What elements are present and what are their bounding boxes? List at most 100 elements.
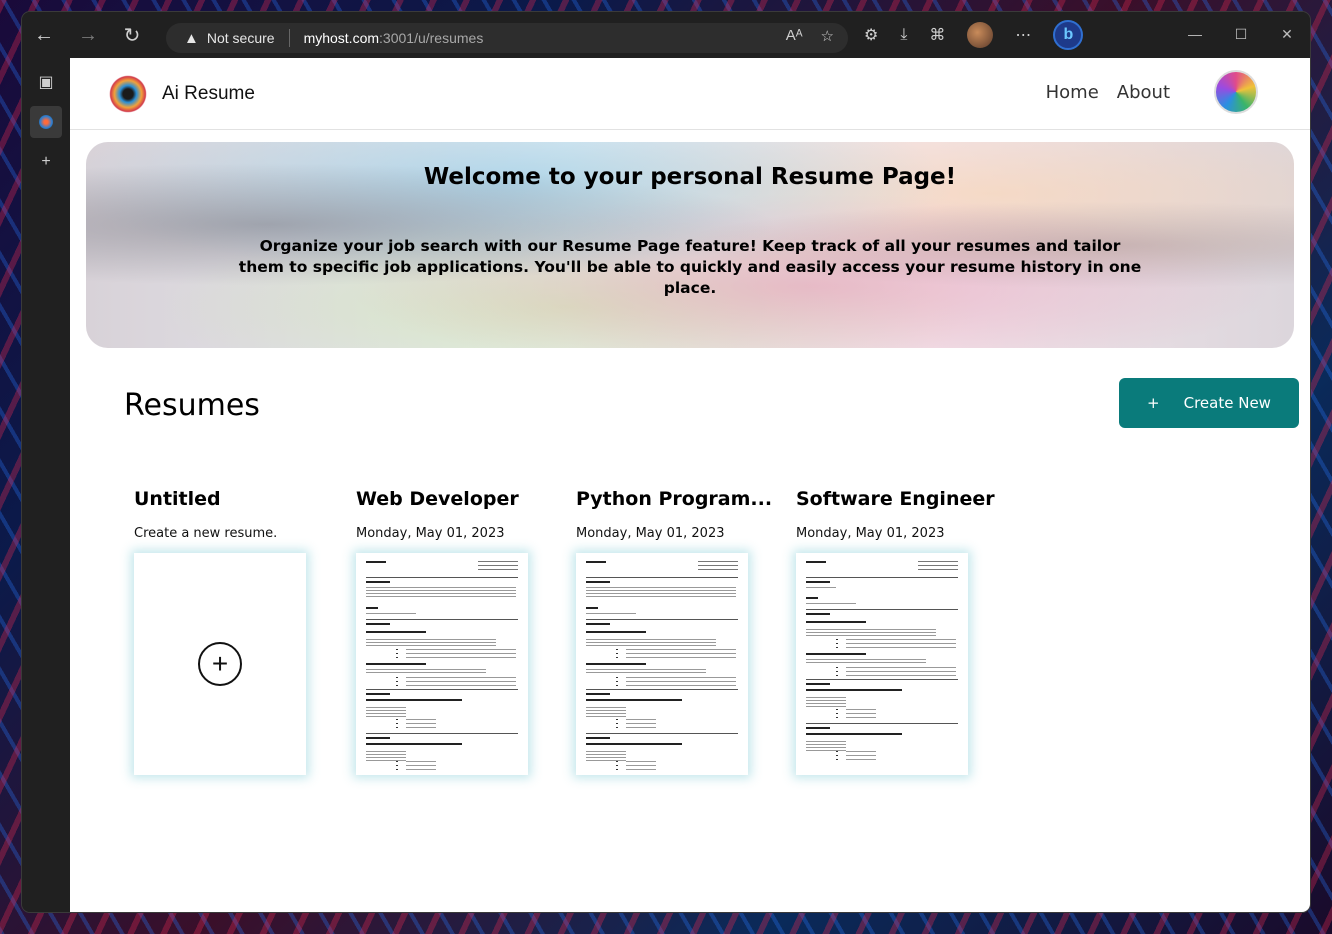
preview-text bbox=[586, 639, 716, 647]
card-title: Python Program... bbox=[576, 488, 773, 510]
vertical-tab-strip: ▣ + bbox=[22, 58, 70, 912]
preview-bullets bbox=[616, 649, 618, 659]
card-title: Software Engineer bbox=[796, 488, 995, 510]
preview-divider bbox=[366, 577, 518, 578]
preview-name-line bbox=[586, 561, 606, 563]
preview-heading bbox=[806, 689, 902, 691]
preview-text bbox=[846, 709, 876, 721]
extensions-icon[interactable]: ⚙ bbox=[864, 25, 878, 45]
tab-ai-resume[interactable] bbox=[30, 106, 62, 138]
preview-divider bbox=[806, 609, 958, 610]
nav-about[interactable]: About bbox=[1117, 82, 1170, 103]
preview-heading bbox=[366, 581, 390, 583]
avatar[interactable] bbox=[1214, 70, 1258, 114]
preview-text bbox=[806, 587, 836, 590]
preview-name-line bbox=[366, 561, 386, 563]
preview-heading bbox=[806, 683, 830, 685]
preview-heading bbox=[806, 621, 866, 623]
preview-bullets bbox=[396, 719, 398, 729]
create-new-button[interactable]: + Create New bbox=[1119, 378, 1299, 428]
resume-thumbnail[interactable] bbox=[576, 553, 748, 775]
preview-text bbox=[406, 677, 516, 687]
preview-divider bbox=[806, 679, 958, 680]
card-date: Monday, May 01, 2023 bbox=[576, 526, 725, 541]
preview-heading bbox=[366, 743, 462, 745]
preview-heading bbox=[366, 623, 390, 625]
new-resume-thumbnail[interactable]: + bbox=[134, 553, 306, 775]
resume-card-untitled[interactable]: Untitled Create a new resume. + bbox=[134, 488, 306, 775]
preview-text bbox=[626, 677, 736, 687]
minimize-button[interactable]: — bbox=[1172, 12, 1218, 56]
preview-heading bbox=[366, 663, 426, 665]
preview-divider bbox=[586, 577, 738, 578]
preview-heading bbox=[586, 607, 598, 609]
preview-bullets bbox=[836, 709, 838, 719]
preview-text bbox=[586, 587, 736, 599]
hero-title: Welcome to your personal Resume Page! bbox=[423, 164, 957, 190]
back-button[interactable]: ← bbox=[22, 12, 66, 58]
card-subtitle: Create a new resume. bbox=[134, 526, 278, 541]
preview-text bbox=[366, 639, 496, 647]
favicon-icon bbox=[39, 115, 53, 129]
new-tab-button[interactable]: + bbox=[30, 146, 62, 178]
not-secure-label[interactable]: Not secure bbox=[207, 30, 275, 46]
preview-divider bbox=[366, 619, 518, 620]
preview-text bbox=[806, 659, 926, 665]
preview-text bbox=[586, 707, 626, 717]
preview-text bbox=[586, 613, 636, 616]
preview-heading bbox=[586, 693, 610, 695]
downloads-icon[interactable]: ⤓ bbox=[900, 26, 907, 44]
preview-bullets bbox=[616, 719, 618, 729]
preview-heading bbox=[806, 733, 902, 735]
resume-card-software-engineer[interactable]: Software Engineer Monday, May 01, 2023 bbox=[796, 488, 995, 775]
arrow-left-icon: ← bbox=[34, 23, 54, 46]
preview-contact bbox=[698, 561, 738, 573]
window-controls: — ☐ ✕ bbox=[1172, 12, 1310, 56]
address-bar-actions: Aᴬ ☆ bbox=[786, 27, 834, 45]
plus-circle-icon[interactable]: + bbox=[198, 642, 242, 686]
preview-text bbox=[846, 639, 956, 649]
resume-card-python-programmer[interactable]: Python Program... Monday, May 01, 2023 bbox=[576, 488, 772, 775]
read-aloud-icon[interactable]: Aᴬ bbox=[786, 27, 803, 45]
preview-text bbox=[366, 707, 406, 717]
preview-bullets bbox=[616, 677, 618, 687]
refresh-icon: ↻ bbox=[123, 24, 141, 47]
preview-text bbox=[626, 649, 736, 659]
close-button[interactable]: ✕ bbox=[1264, 12, 1310, 56]
preview-bullets bbox=[836, 751, 838, 761]
resume-thumbnail[interactable] bbox=[796, 553, 968, 775]
maximize-button[interactable]: ☐ bbox=[1218, 12, 1264, 56]
preview-text bbox=[586, 669, 706, 675]
nav-home[interactable]: Home bbox=[1046, 82, 1099, 103]
screenshot-icon[interactable]: ⌘ bbox=[929, 25, 945, 45]
preview-heading bbox=[806, 613, 830, 615]
profile-icon[interactable] bbox=[967, 22, 994, 48]
tab-actions-button[interactable]: ▣ bbox=[30, 66, 62, 98]
preview-bullets bbox=[396, 761, 398, 771]
preview-divider bbox=[586, 619, 738, 620]
add-favorite-icon[interactable]: ☆ bbox=[821, 27, 834, 45]
preview-bullets bbox=[396, 677, 398, 687]
url-path: :3001/u/resumes bbox=[379, 30, 484, 46]
browser-extensions: ⚙ ⤓ ⌘ ⋯ b bbox=[864, 20, 1084, 50]
more-icon[interactable]: ⋯ bbox=[1015, 25, 1031, 45]
logo-icon[interactable] bbox=[108, 73, 148, 114]
site-header: Ai Resume Home About bbox=[70, 58, 1310, 130]
preview-heading bbox=[586, 699, 682, 701]
bing-icon[interactable]: b bbox=[1053, 20, 1084, 50]
resume-thumbnail[interactable] bbox=[356, 553, 528, 775]
preview-bullets bbox=[616, 761, 618, 771]
forward-button[interactable]: → bbox=[66, 12, 110, 58]
card-title: Web Developer bbox=[356, 488, 519, 510]
preview-divider bbox=[586, 689, 738, 690]
preview-bullets bbox=[396, 649, 398, 659]
preview-contact bbox=[478, 561, 518, 573]
refresh-button[interactable]: ↻ bbox=[110, 12, 154, 58]
preview-heading bbox=[366, 693, 390, 695]
preview-text bbox=[806, 697, 846, 707]
preview-divider bbox=[366, 689, 518, 690]
preview-text bbox=[846, 751, 876, 761]
address-bar[interactable]: ▲ Not secure myhost.com:3001/u/resumes A… bbox=[166, 23, 848, 53]
resume-card-web-developer[interactable]: Web Developer Monday, May 01, 2023 bbox=[356, 488, 528, 775]
brand-name[interactable]: Ai Resume bbox=[162, 83, 255, 105]
